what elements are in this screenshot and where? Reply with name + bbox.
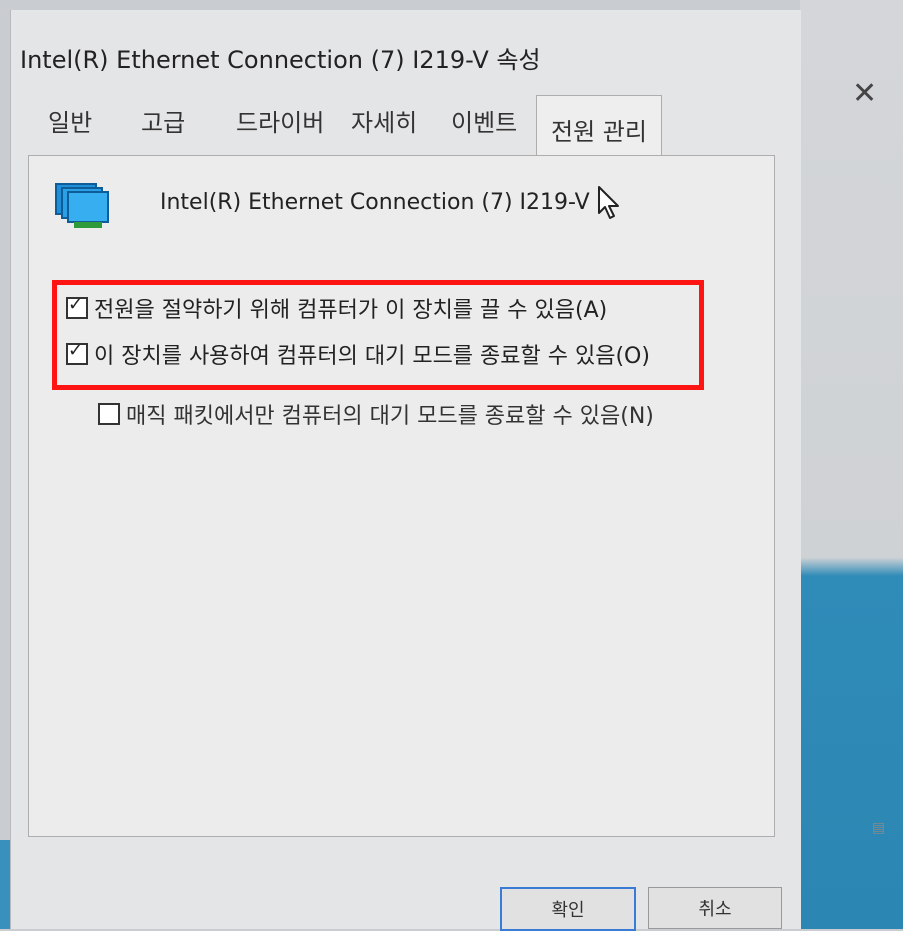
cancel-button[interactable]: 취소 <box>648 887 782 929</box>
close-icon[interactable]: ✕ <box>852 76 877 111</box>
mouse-cursor-icon <box>598 186 619 219</box>
window-title: Intel(R) Ethernet Connection (7) I219-V … <box>20 46 541 74</box>
tab-driver[interactable]: 드라이버 <box>236 103 324 138</box>
tab-advanced[interactable]: 고급 <box>141 103 185 138</box>
checkbox-magic-packet-only[interactable] <box>98 403 120 425</box>
tab-power-management[interactable]: 전원 관리 <box>536 95 662 159</box>
option-label: 매직 패킷에서만 컴퓨터의 대기 모드를 종료할 수 있음(N) <box>126 404 654 429</box>
ok-button[interactable]: 확인 <box>500 887 636 931</box>
network-adapter-icon <box>55 183 109 228</box>
option-magic-packet-only[interactable]: 매직 패킷에서만 컴퓨터의 대기 모드를 종료할 수 있음(N) <box>98 398 654 430</box>
tab-details[interactable]: 자세히 <box>351 103 417 138</box>
tab-strip: 일반 고급 드라이버 자세히 이벤트 전원 관리 <box>28 95 788 159</box>
tab-panel <box>28 155 775 837</box>
tab-events[interactable]: 이벤트 <box>451 103 517 138</box>
desktop-icon: ▤ <box>872 820 886 836</box>
tab-general[interactable]: 일반 <box>48 103 92 138</box>
device-name: Intel(R) Ethernet Connection (7) I219-V <box>160 190 590 215</box>
desktop-background <box>800 0 903 929</box>
highlight-box <box>52 280 704 390</box>
